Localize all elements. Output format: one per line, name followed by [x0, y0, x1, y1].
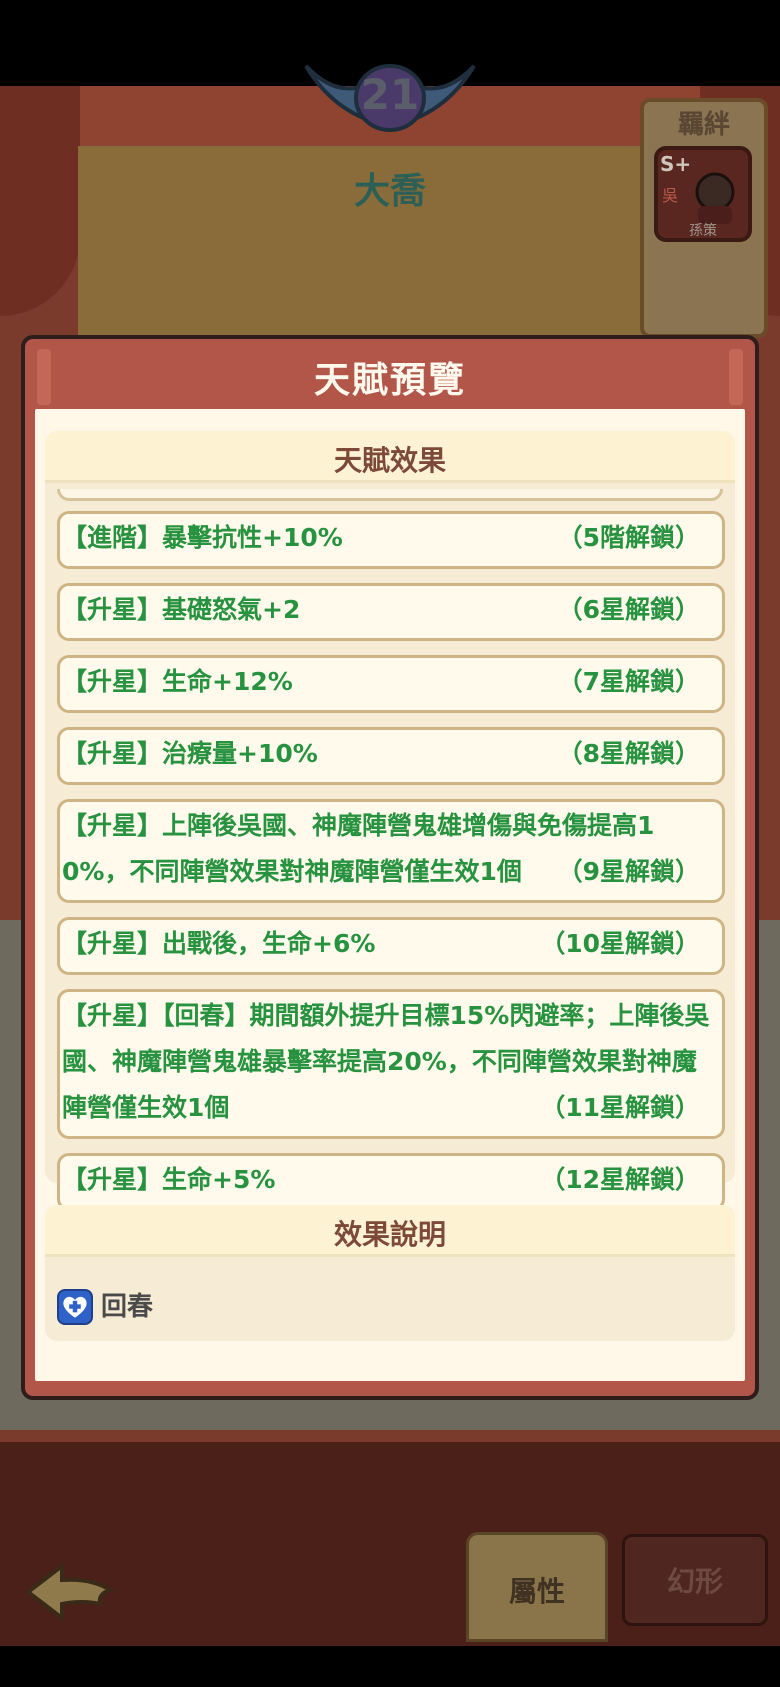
effect-label[interactable]: 回春 — [101, 1289, 153, 1325]
talent-row: 【升星】【回春】期間額外提升目標15%閃避率；上陣後吳國、神魔陣營鬼雄暴擊率提高… — [57, 989, 725, 1139]
bond-character-portrait — [695, 172, 735, 224]
bond-grade-badge: S+ — [660, 152, 692, 176]
talent-list[interactable]: 【進階】暴擊抗性+10% （5階解鎖） 【升星】基礎怒氣+2 （6星解鎖） 【升星】生命… — [45, 431, 735, 1211]
talent-unlock-requirement: （5階解鎖） — [557, 515, 700, 561]
talent-preview-dialog: 天賦預覽 【進階】暴擊抗性+10% （5階解鎖） 【升星】基礎怒氣+2 （6星解鎖）【… — [21, 335, 759, 1400]
talent-unlock-requirement: （11星解鎖） — [540, 1085, 700, 1131]
talent-row: 【升星】基礎怒氣+2 （6星解鎖） — [57, 583, 725, 641]
talent-unlock-requirement: （7星解鎖） — [557, 659, 700, 705]
dialog-header: 天賦預覽 — [25, 339, 755, 409]
talent-effects-header: 天賦效果 — [45, 431, 735, 483]
talent-row: 【升星】出戰後，生命+6% （10星解鎖） — [57, 917, 725, 975]
hero-name: 大喬 — [353, 171, 426, 212]
talent-unlock-requirement: （8星解鎖） — [557, 731, 700, 777]
effect-description-header: 效果說明 — [45, 1205, 735, 1257]
talent-row: 【進階】暴擊抗性+10% （5階解鎖） — [57, 511, 725, 569]
heart-plus-icon[interactable] — [57, 1289, 93, 1325]
effect-description-title: 效果說明 — [333, 1218, 446, 1251]
talent-unlock-requirement: （12星解鎖） — [540, 1157, 700, 1203]
talent-unlock-requirement: （6星解鎖） — [557, 587, 700, 633]
talent-unlock-requirement: （9星解鎖） — [557, 849, 700, 895]
dialog-body: 【進階】暴擊抗性+10% （5階解鎖） 【升星】基礎怒氣+2 （6星解鎖） 【升星】生命… — [35, 409, 745, 1381]
tab-attributes-label: 屬性 — [508, 1575, 565, 1608]
talent-effects-section[interactable]: 【進階】暴擊抗性+10% （5階解鎖） 【升星】基礎怒氣+2 （6星解鎖） 【升星】生命… — [45, 431, 735, 1211]
talent-row: 【升星】上陣後吳國、神魔陣營鬼雄增傷與免傷提高10%，不同陣營效果對神魔陣營僅生… — [57, 799, 725, 903]
back-arrow-icon[interactable] — [22, 1560, 118, 1624]
talent-effects-title: 天賦效果 — [333, 444, 446, 477]
bond-title: 羈絆 — [677, 110, 730, 140]
bond-faction: 吳 — [662, 186, 679, 205]
talent-row: 【升星】治療量+10% （8星解鎖） — [57, 727, 725, 785]
hero-level: 21 — [360, 70, 420, 119]
tab-illusion-label: 幻形 — [666, 1565, 723, 1598]
talent-row: 【升星】生命+12% （7星解鎖） — [57, 655, 725, 713]
dialog-title: 天賦預覽 — [313, 360, 466, 401]
curtain-left — [0, 86, 80, 316]
effect-description-section: 效果說明 回春 — [45, 1205, 735, 1341]
bond-card-name: 孫策 — [689, 223, 717, 239]
talent-row: 【升星】生命+5% （12星解鎖） — [57, 1153, 725, 1211]
talent-unlock-requirement: （10星解鎖） — [540, 921, 700, 967]
